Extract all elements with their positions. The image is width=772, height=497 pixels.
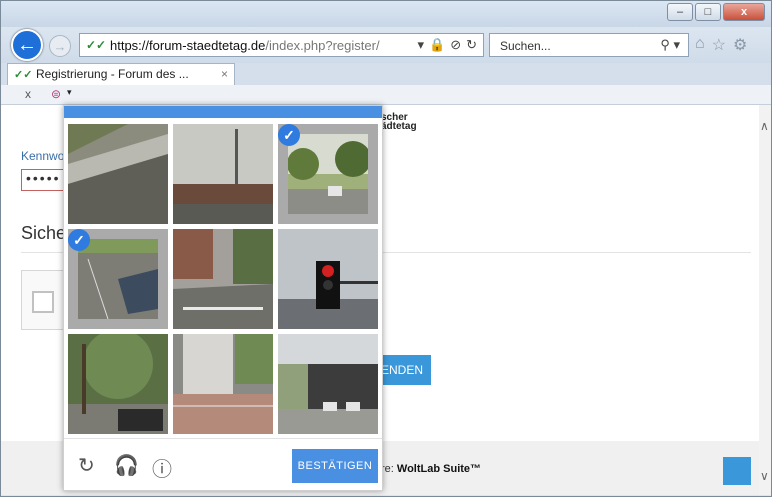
scroll-down-icon[interactable]: ∨ <box>760 469 769 483</box>
tile-image <box>173 334 273 434</box>
confirm-button[interactable]: BESTÄTIGEN <box>292 449 378 483</box>
image-tile-8[interactable] <box>173 334 273 434</box>
url-path: /index.php?register/ <box>265 38 380 53</box>
image-tile-4[interactable]: ✓ <box>68 229 168 329</box>
favorites-star-icon[interactable]: ☆ <box>712 35 726 55</box>
navigation-bar: ← → ✓✓ https://forum-staedtetag.de/index… <box>1 27 771 63</box>
image-grid: ✓ ✓ <box>68 124 378 434</box>
maximize-button[interactable]: □ <box>695 3 721 21</box>
reload-icon[interactable]: ↻ <box>78 453 95 478</box>
image-tile-6[interactable] <box>278 229 378 329</box>
close-window-button[interactable]: x <box>723 3 765 21</box>
address-bar[interactable]: ✓✓ https://forum-staedtetag.de/index.php… <box>79 33 484 57</box>
tile-image <box>68 334 168 434</box>
page-scrollbar[interactable]: ∧ ∨ <box>759 105 771 495</box>
info-icon[interactable]: ⓘ <box>152 453 172 482</box>
tile-image <box>68 124 168 224</box>
image-tile-2[interactable] <box>173 124 273 224</box>
search-box[interactable]: Suchen... ⚲ ▾ <box>489 33 689 57</box>
tile-image <box>288 134 368 214</box>
tab-favicon-icon: ✓✓ <box>14 69 33 81</box>
audio-icon[interactable]: 🎧 <box>114 453 139 478</box>
challenge-header <box>64 106 382 118</box>
title-bar: – □ x <box>1 1 771 27</box>
tile-image <box>78 239 158 319</box>
stop-icon[interactable]: ⊘ <box>450 37 461 53</box>
scroll-up-icon[interactable]: ∧ <box>760 119 769 133</box>
browser-tools: ⌂ ☆ ⚙ <box>695 35 747 55</box>
tile-image-inner <box>288 134 368 214</box>
security-section-title: Siche <box>21 223 67 243</box>
tab-bar: ✓✓ Registrierung - Forum des ... × <box>1 63 771 85</box>
challenge-footer: ↻ 🎧 ⓘ BESTÄTIGEN <box>64 438 382 490</box>
url-text[interactable]: https://forum-staedtetag.de/index.php?re… <box>110 38 380 53</box>
dropdown-icon[interactable]: ▾ <box>417 37 424 53</box>
site-brand: scher ädtetag <box>381 113 417 132</box>
addon-dropdown-icon[interactable]: ▾ <box>67 87 72 98</box>
image-tile-9[interactable] <box>278 334 378 434</box>
window-controls: – □ x <box>667 3 765 21</box>
browser-window: – □ x ← → ✓✓ https://forum-staedtetag.de… <box>0 0 772 497</box>
tile-image <box>278 334 378 434</box>
forward-button[interactable]: → <box>49 35 71 57</box>
tile-image-inner <box>78 239 158 319</box>
search-icon[interactable]: ⚲ ▾ <box>660 37 680 53</box>
gear-icon[interactable]: ⚙ <box>733 35 747 55</box>
recaptcha-challenge: ✓ ✓ ↻ 🎧 ⓘ BESTÄTIGEN <box>63 105 383 491</box>
checkmark-icon: ✓ <box>68 229 90 251</box>
recaptcha-checkbox[interactable] <box>32 291 54 313</box>
checkmark-icon: ✓ <box>278 124 300 146</box>
forward-arrow-icon: → <box>53 38 67 54</box>
image-tile-7[interactable] <box>68 334 168 434</box>
tab-close-icon[interactable]: × <box>221 67 228 81</box>
command-bar: x ⊜ ▾ <box>1 85 771 105</box>
home-icon[interactable]: ⌂ <box>695 35 705 55</box>
url-host: https://forum-staedtetag.de <box>110 38 266 53</box>
lock-icon[interactable]: 🔒 <box>429 37 445 53</box>
tab-title: Registrierung - Forum des ... <box>36 67 189 81</box>
image-tile-3[interactable]: ✓ <box>278 124 378 224</box>
search-input[interactable]: Suchen... <box>500 39 551 53</box>
address-actions: ▾ 🔒 ⊘ ↻ <box>417 37 477 53</box>
tile-image <box>173 124 273 224</box>
close-toolbar-icon[interactable]: x <box>25 87 31 101</box>
back-arrow-icon: ← <box>17 33 37 56</box>
addon-icon[interactable]: ⊜ <box>51 87 61 101</box>
powered-prefix: re: <box>381 463 397 475</box>
tile-image <box>278 229 378 329</box>
brand-line-2: ädtetag <box>381 121 417 132</box>
powered-by: re: WoltLab Suite™ <box>381 463 481 475</box>
tile-image <box>173 229 273 329</box>
search-dropdown-icon[interactable]: ▾ <box>673 37 680 52</box>
site-favicon-icon: ✓✓ <box>86 38 107 52</box>
tab-registrierung[interactable]: ✓✓ Registrierung - Forum des ... × <box>7 63 235 85</box>
image-tile-5[interactable] <box>173 229 273 329</box>
refresh-icon[interactable]: ↻ <box>466 37 477 53</box>
scroll-to-top-button[interactable] <box>723 457 751 485</box>
back-button[interactable]: ← <box>11 29 43 61</box>
image-tile-1[interactable] <box>68 124 168 224</box>
powered-link[interactable]: WoltLab Suite™ <box>397 463 481 475</box>
password-label: Kennwo <box>21 149 65 163</box>
minimize-button[interactable]: – <box>667 3 693 21</box>
